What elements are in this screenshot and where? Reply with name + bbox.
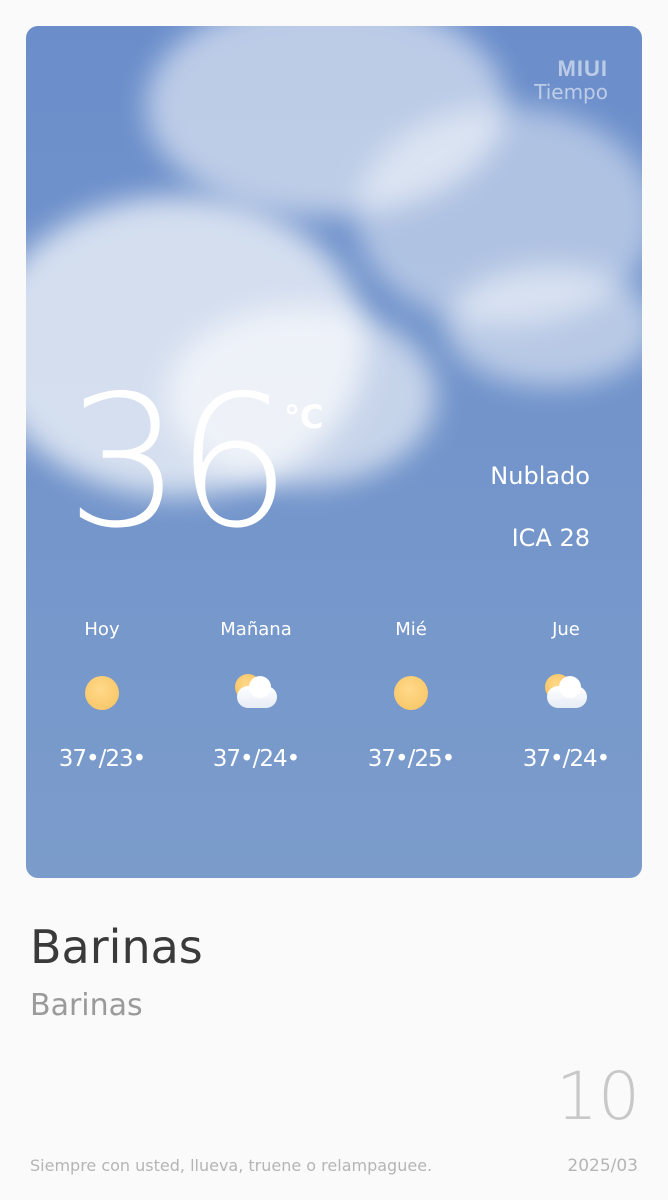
brand-subtitle: Tiempo (534, 80, 608, 104)
weather-card: MIUI Tiempo 36 °C Nublado ICA 28 Hoy 37•… (26, 26, 642, 878)
forecast-day[interactable]: Jue 37•/24• (496, 616, 636, 772)
current-temperature: 36 (66, 356, 292, 568)
forecast-day[interactable]: Mañana 37•/24• (186, 616, 326, 772)
forecast-day[interactable]: Hoy 37•/23• (32, 616, 172, 772)
brand-name: MIUI (557, 56, 608, 81)
forecast-day-name: Hoy (84, 619, 120, 640)
forecast-temp-range: 37•/24• (522, 746, 610, 772)
forecast-temp-range: 37•/23• (58, 746, 146, 772)
air-quality-index: ICA 28 (511, 524, 590, 552)
sun-icon (77, 674, 127, 714)
forecast-day-name: Mañana (220, 619, 292, 640)
forecast-day-name: Mié (395, 619, 427, 640)
footer-date: 2025/03 (567, 1156, 638, 1176)
forecast-temp-range: 37•/25• (367, 746, 455, 772)
temperature-unit: °C (284, 398, 324, 436)
forecast-row: Hoy 37•/23• Mañana 37•/24• Mié 37•/25• J… (26, 616, 642, 786)
forecast-temp-range: 37•/24• (212, 746, 300, 772)
forecast-day[interactable]: Mié 37•/25• (341, 616, 481, 772)
brand-watermark: MIUI Tiempo (534, 56, 608, 104)
sun-icon (386, 674, 436, 714)
date-day: 10 (556, 1058, 640, 1135)
weather-condition: Nublado (490, 462, 590, 490)
location-title: Barinas (30, 920, 203, 974)
cloud-decoration (446, 266, 642, 386)
forecast-day-name: Jue (552, 619, 580, 640)
footer-tagline: Siempre con usted, llueva, truene o rela… (30, 1156, 433, 1175)
partly-cloudy-icon (231, 674, 281, 714)
location-subtitle: Barinas (30, 988, 143, 1023)
partly-cloudy-icon (541, 674, 591, 714)
